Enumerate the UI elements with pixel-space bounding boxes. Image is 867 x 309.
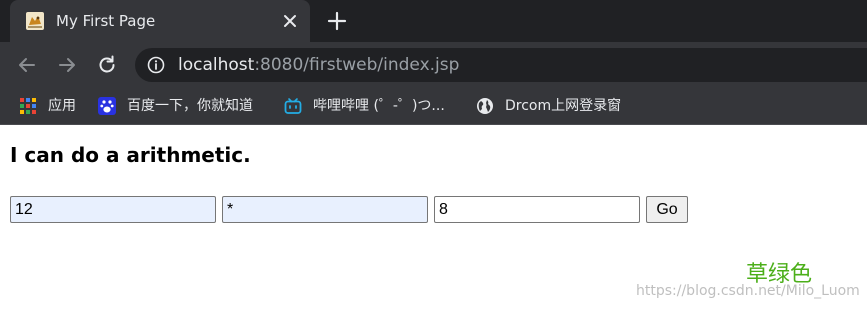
bookmark-apps[interactable]: 应用 bbox=[19, 96, 81, 116]
close-icon[interactable] bbox=[281, 12, 299, 30]
plus-icon[interactable] bbox=[327, 11, 347, 31]
browser-toolbar: localhost:8080/firstweb/index.jsp bbox=[0, 42, 867, 88]
bookmark-drcom[interactable]: Drcom上网登录窗 bbox=[476, 96, 636, 116]
address-bar[interactable]: localhost:8080/firstweb/index.jsp bbox=[135, 48, 867, 82]
tab-title: My First Page bbox=[56, 12, 156, 30]
go-button[interactable]: Go bbox=[646, 196, 688, 223]
url-host: localhost bbox=[178, 55, 255, 75]
bookmark-label: Drcom上网登录窗 bbox=[505, 98, 622, 114]
back-arrow-icon[interactable] bbox=[16, 54, 38, 76]
bookmark-label: 应用 bbox=[48, 98, 76, 114]
forward-arrow-icon[interactable] bbox=[56, 54, 78, 76]
bilibili-tv-icon bbox=[284, 98, 302, 114]
watermark-text: https://blog.csdn.net/Milo_Luom bbox=[636, 283, 860, 299]
operand2-input[interactable] bbox=[434, 196, 640, 223]
bookmark-baidu[interactable]: 百度一下，你就知道 bbox=[98, 96, 268, 116]
url-text[interactable]: localhost:8080/firstweb/index.jsp bbox=[178, 55, 459, 75]
reload-icon[interactable] bbox=[96, 54, 118, 76]
bookmark-bilibili[interactable]: 哔哩哔哩 (゜-゜)つ... bbox=[284, 96, 460, 116]
tomcat-icon bbox=[26, 12, 44, 30]
operand1-input[interactable] bbox=[10, 196, 216, 223]
url-path: :8080/firstweb/index.jsp bbox=[254, 55, 460, 75]
globe-icon bbox=[477, 98, 493, 114]
apps-grid-icon bbox=[20, 98, 36, 114]
info-icon[interactable] bbox=[147, 56, 165, 74]
tab-strip: My First Page bbox=[0, 0, 867, 42]
browser-tab[interactable]: My First Page bbox=[10, 0, 310, 42]
page-heading: I can do a arithmetic. bbox=[10, 143, 251, 167]
bookmark-label: 百度一下，你就知道 bbox=[127, 98, 253, 114]
bookmarks-bar: 应用 百度一下，你就知道 哔哩哔哩 (゜-゜)つ... Drcom上网登录窗 bbox=[0, 88, 867, 125]
baidu-paw-icon bbox=[98, 97, 116, 115]
bookmark-label: 哔哩哔哩 (゜-゜)つ... bbox=[313, 98, 445, 114]
browser-window: My First Page localhost:8080/firstweb/in… bbox=[0, 0, 867, 309]
page-content: I can do a arithmetic. Go 草绿色 https://bl… bbox=[0, 125, 867, 309]
operator-input[interactable] bbox=[222, 196, 428, 223]
